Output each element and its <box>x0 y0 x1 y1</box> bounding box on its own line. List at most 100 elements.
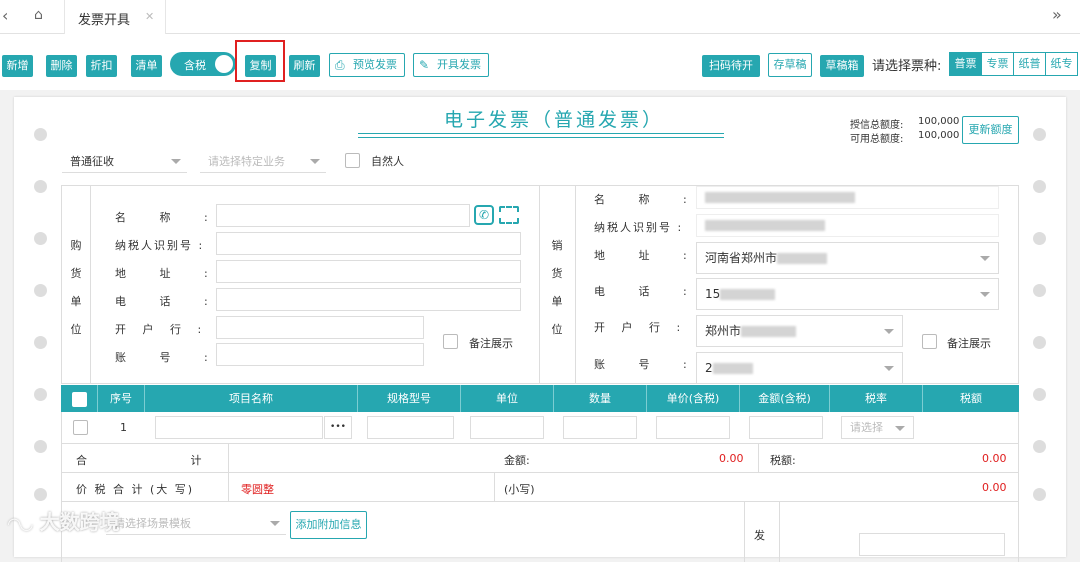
seller-bank-select[interactable]: 郑州市 <box>696 315 903 347</box>
delete-button[interactable]: 删除 <box>46 55 77 77</box>
seller-addr-label: 地 址 : <box>594 249 687 262</box>
seller-name-input[interactable] <box>696 186 999 209</box>
pen-icon: ✎ <box>419 58 430 72</box>
add-button[interactable]: 新增 <box>2 55 33 77</box>
update-quota-button[interactable]: 更新额度 <box>962 116 1019 144</box>
buyer-side-label: 单 <box>70 295 82 308</box>
save-draft-button[interactable]: 存草稿 <box>768 53 812 77</box>
list-button[interactable]: 清单 <box>131 55 162 77</box>
buyer-name-label: 名 称 : <box>115 211 208 224</box>
buyer-taxid-input[interactable] <box>216 232 521 255</box>
buyer-bank-input[interactable] <box>216 316 424 339</box>
seller-bank-label: 开 户 行 : <box>594 321 681 334</box>
watermark-logo: ◠◡ 大数跨境 <box>8 506 120 535</box>
chevron-down-icon <box>980 256 990 261</box>
buyer-name-input[interactable] <box>216 204 470 227</box>
buyer-phone-input[interactable] <box>216 288 521 311</box>
unit-input[interactable] <box>470 416 544 439</box>
ticket-type-paper-special[interactable]: 纸专 <box>1045 52 1078 76</box>
ticket-type-paper-ordinary[interactable]: 纸普 <box>1013 52 1046 76</box>
seller-addr-select[interactable]: 河南省郑州市 <box>696 242 999 274</box>
close-icon[interactable]: ✕ <box>145 10 154 23</box>
double-chevron-right-icon[interactable]: » <box>1052 5 1062 24</box>
seller-side-label: 位 <box>551 323 563 336</box>
seller-taxid-input[interactable] <box>696 214 999 237</box>
preview-label: 预览发票 <box>353 58 397 71</box>
watermark-text: 大数跨境 <box>39 510 120 534</box>
unit-price-input[interactable] <box>656 416 730 439</box>
item-more-button[interactable]: ••• <box>324 416 352 439</box>
spec-input[interactable] <box>367 416 454 439</box>
total-row: 合 计 金额: 0.00 税额: 0.00 <box>61 444 1019 473</box>
seller-remark-checkbox[interactable] <box>922 334 937 349</box>
punch-hole <box>1033 284 1046 297</box>
chevron-down-icon <box>270 521 280 526</box>
scene-template-select[interactable]: 请选择场景模板 <box>106 513 286 535</box>
seller-phone-select[interactable]: 15 <box>696 278 999 310</box>
invoice-paper: 电子发票（普通发票） 授信总额度: 100,000 可用总额度: 100,000… <box>14 97 1066 562</box>
small-total-value: 0.00 <box>982 481 1007 494</box>
qty-input[interactable] <box>563 416 637 439</box>
grand-total-row: 价 税 合 计 (大 写) 零圆整 (小写) 0.00 <box>61 473 1019 502</box>
issue-invoice-button[interactable]: ✎ 开具发票 <box>413 53 489 77</box>
scan-pending-button[interactable]: 扫码待开 <box>702 55 760 77</box>
divider <box>90 185 91 384</box>
draft-box-button[interactable]: 草稿箱 <box>820 55 864 77</box>
buyer-acct-input[interactable] <box>216 343 424 366</box>
discount-button[interactable]: 折扣 <box>86 55 117 77</box>
amount-input[interactable] <box>749 416 823 439</box>
ticket-type-special[interactable]: 专票 <box>981 52 1014 76</box>
phone-lookup-icon[interactable]: ✆ <box>474 205 494 225</box>
col-header: 税额 <box>960 392 982 405</box>
refresh-button[interactable]: 刷新 <box>289 55 320 77</box>
natural-person-checkbox[interactable] <box>345 153 360 168</box>
select-all-checkbox[interactable] <box>71 391 87 407</box>
special-business-select[interactable]: 请选择特定业务 <box>200 151 326 173</box>
tax-rate-select[interactable]: 请选择 <box>841 416 914 439</box>
natural-person-label: 自然人 <box>371 155 404 168</box>
chevron-down-icon <box>171 159 181 164</box>
scan-icon[interactable] <box>499 206 519 224</box>
punch-hole <box>34 488 47 501</box>
punch-hole <box>34 180 47 193</box>
seller-remark-label: 备注展示 <box>947 337 991 350</box>
chevron-left-icon[interactable]: ‹ <box>2 6 8 25</box>
invoice-title: 电子发票（普通发票） <box>443 109 664 131</box>
redacted-text <box>720 289 776 300</box>
seller-taxid-label: 纳税人识别号 : <box>594 221 684 234</box>
small-total-label: (小写) <box>504 483 535 496</box>
buyer-side-label: 购 <box>70 239 82 252</box>
redacted-text <box>705 220 825 231</box>
buyer-remark-checkbox[interactable] <box>443 334 458 349</box>
chevron-down-icon <box>980 292 990 297</box>
preview-invoice-button[interactable]: ⎙ 预览发票 <box>329 53 405 77</box>
tab-invoice-issue[interactable]: 发票开具 ✕ <box>64 0 166 34</box>
ticket-type-ordinary[interactable]: 普票 <box>949 52 982 76</box>
buyer-addr-input[interactable] <box>216 260 521 283</box>
issue-label: 开具发票 <box>437 58 481 71</box>
divider <box>779 502 780 562</box>
seller-name-label: 名 称 : <box>594 193 687 206</box>
row-checkbox[interactable] <box>73 420 88 435</box>
punch-hole <box>34 232 47 245</box>
copy-button[interactable]: 复制 <box>245 55 276 77</box>
col-header: 数量 <box>554 385 647 412</box>
buyer-acct-label: 账 号 : <box>115 351 208 364</box>
levy-type-select[interactable]: 普通征收 <box>62 151 187 173</box>
redacted-text <box>777 253 828 264</box>
redacted-text <box>712 363 753 374</box>
add-extra-info-button[interactable]: 添加附加信息 <box>290 511 367 539</box>
quota-credit-value: 100,000 <box>918 116 960 127</box>
home-icon[interactable]: ⌂ <box>34 7 43 23</box>
col-header: 序号 <box>98 385 145 412</box>
seller-acct-select[interactable]: 2 <box>696 352 903 384</box>
col-header: 项目名称 <box>145 385 358 412</box>
divider <box>494 473 495 501</box>
item-name-input[interactable] <box>155 416 323 439</box>
seller-acct-label: 账 号 : <box>594 358 687 371</box>
divider <box>228 473 229 501</box>
tax-included-toggle[interactable]: 含税 <box>170 52 236 76</box>
issuer-input[interactable] <box>859 533 1005 556</box>
col-header: 金额(含税) <box>740 385 830 412</box>
seller-side-label: 货 <box>551 267 563 280</box>
